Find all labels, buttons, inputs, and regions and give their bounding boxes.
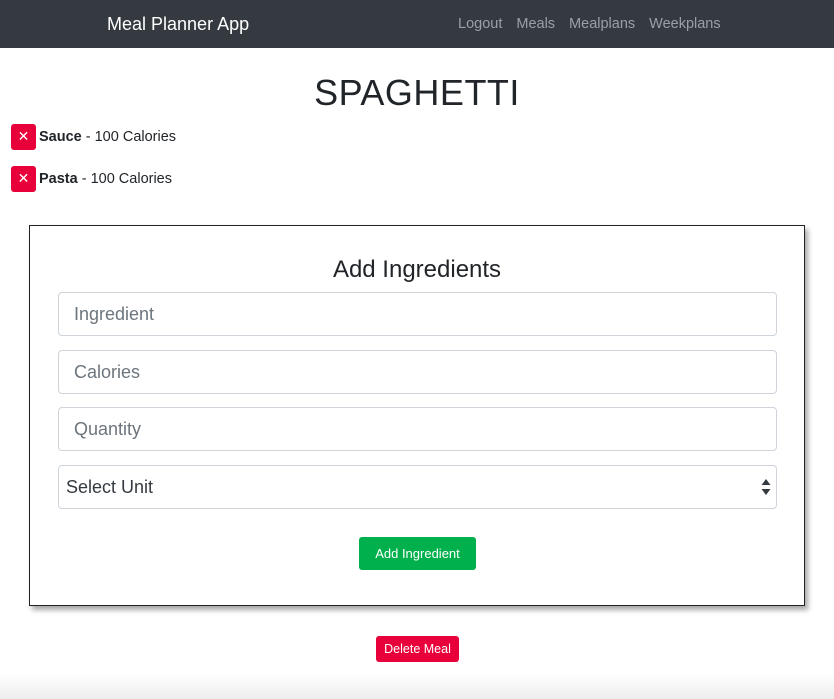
- meal-title: SPAGHETTI: [314, 72, 520, 113]
- ingredient-name: Sauce: [39, 129, 82, 145]
- remove-ingredient-button[interactable]: ✕: [11, 124, 36, 150]
- nav-links: Logout Meals Mealplans Weekplans: [458, 15, 721, 33]
- unit-select[interactable]: Select Unit: [58, 465, 777, 509]
- quantity-input[interactable]: [58, 407, 777, 451]
- close-icon: ✕: [17, 171, 30, 187]
- brand-link[interactable]: Meal Planner App: [107, 13, 249, 35]
- close-icon: ✕: [17, 129, 30, 145]
- ingredient-text: Sauce - 100 Calories: [39, 129, 176, 145]
- ingredient-text: Pasta - 100 Calories: [39, 171, 172, 187]
- ingredient-item: ✕ Sauce - 100 Calories: [11, 124, 176, 150]
- remove-ingredient-button[interactable]: ✕: [11, 166, 36, 192]
- nav-link-meals[interactable]: Meals: [516, 15, 555, 33]
- nav-link-logout[interactable]: Logout: [458, 15, 502, 33]
- ingredient-calories: - 100 Calories: [81, 129, 177, 145]
- calories-input[interactable]: [58, 350, 777, 394]
- ingredient-item: ✕ Pasta - 100 Calories: [11, 166, 172, 192]
- nav-link-mealplans[interactable]: Mealplans: [569, 15, 635, 33]
- ingredient-input[interactable]: [58, 292, 777, 336]
- add-ingredients-title: Add Ingredients: [332, 256, 502, 283]
- ingredient-calories: - 100 Calories: [77, 171, 172, 187]
- bottom-shadow: [0, 674, 834, 699]
- add-ingredient-button[interactable]: Add Ingredient: [359, 537, 476, 570]
- delete-meal-button[interactable]: Delete Meal: [376, 636, 459, 662]
- ingredient-name: Pasta: [39, 171, 78, 187]
- add-ingredients-card: Add Ingredients Select Unit Add Ingredie…: [29, 225, 805, 606]
- navbar: Meal Planner App Logout Meals Mealplans …: [0, 0, 834, 48]
- nav-link-weekplans[interactable]: Weekplans: [649, 15, 720, 33]
